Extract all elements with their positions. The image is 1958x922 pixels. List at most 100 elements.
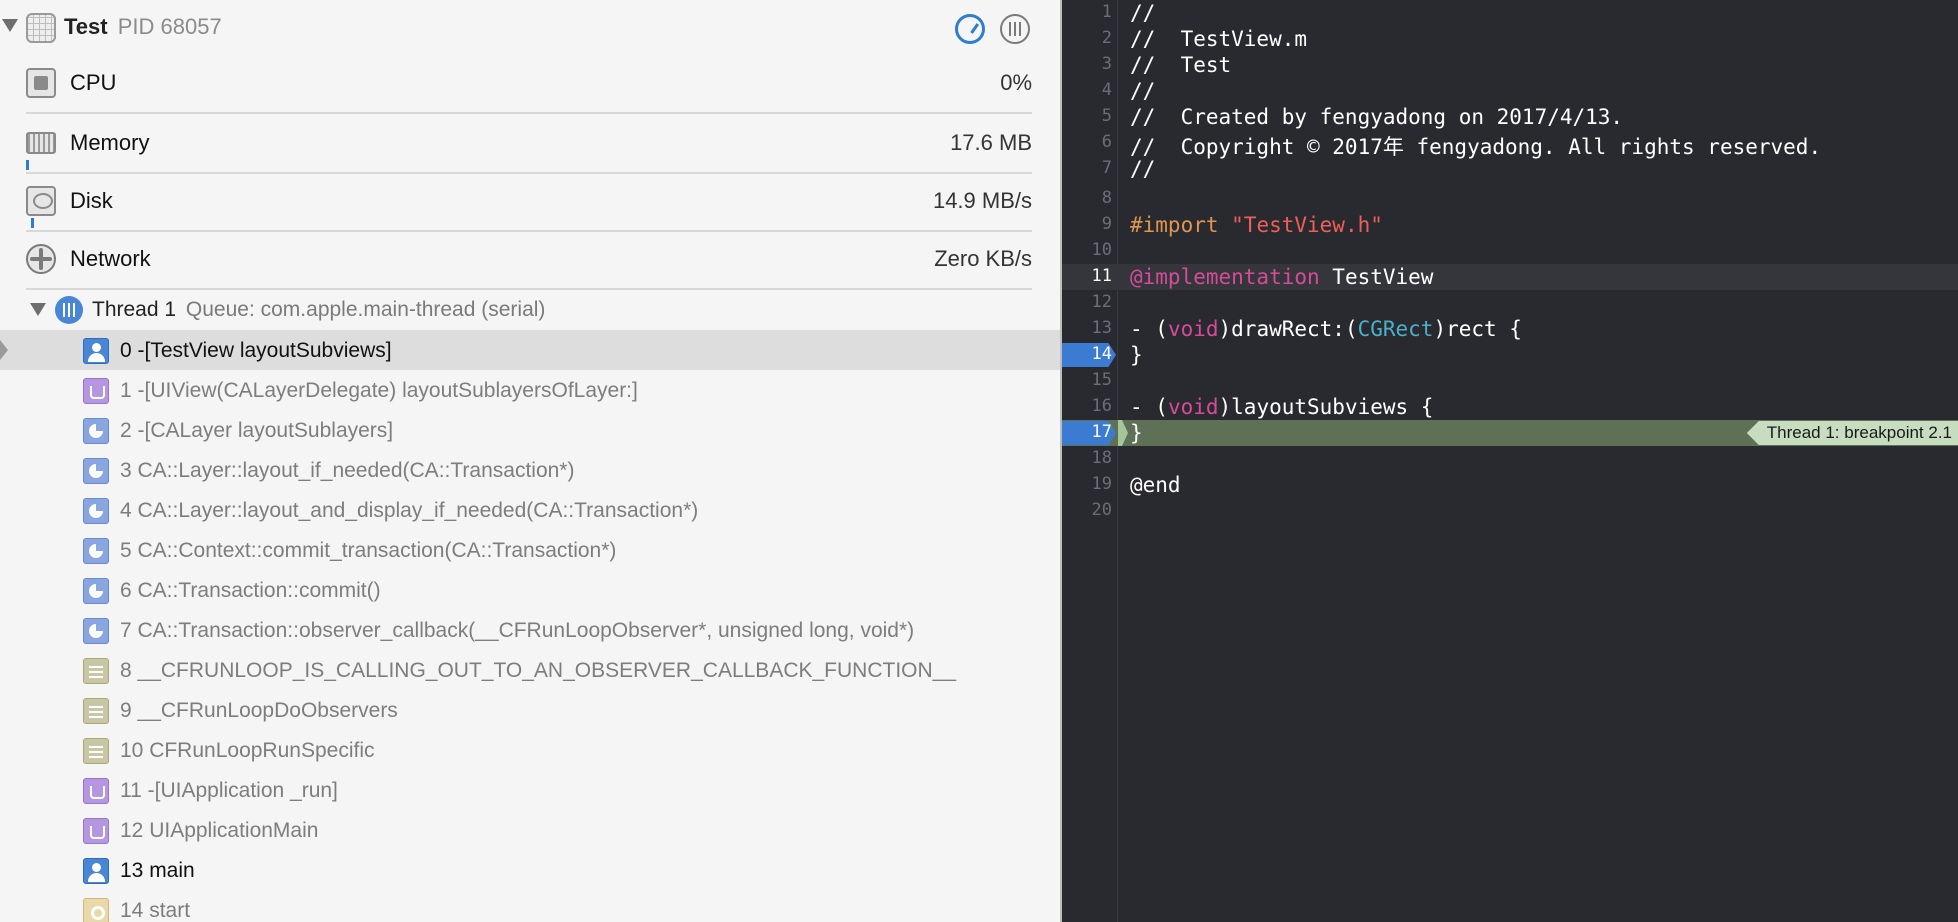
stack-frame[interactable]: 9 __CFRunLoopDoObservers xyxy=(0,690,1060,730)
debug-navigator: Test PID 68057 CPU 0% Memory 17.6 MB Dis… xyxy=(0,0,1060,922)
gauge-view-icon[interactable] xyxy=(955,14,985,44)
code-line[interactable]: 9 #import "TestView.h" xyxy=(1062,212,1958,238)
code-text: - (void)drawRect:(CGRect)rect { xyxy=(1130,317,1522,341)
stack-frame[interactable]: 0 -[TestView layoutSubviews] xyxy=(0,330,1060,370)
app-icon xyxy=(26,13,56,43)
gauge-network[interactable]: Network Zero KB/s xyxy=(0,232,1060,290)
stack-frame[interactable]: 2 -[CALayer layoutSublayers] xyxy=(0,410,1060,450)
stack-frame[interactable]: 6 CA::Transaction::commit() xyxy=(0,570,1060,610)
stack-frame[interactable]: 11 -[UIApplication _run] xyxy=(0,770,1060,810)
memory-icon xyxy=(26,132,56,154)
line-number: 8 xyxy=(1101,188,1112,208)
selection-arrow-icon xyxy=(0,340,8,360)
gauge-value: Zero KB/s xyxy=(934,246,1032,271)
stack-frame-label: 14 start xyxy=(120,899,191,922)
gauge-disk[interactable]: Disk 14.9 MB/s xyxy=(0,174,1060,232)
code-line-breakpoint[interactable]: 14 } xyxy=(1062,342,1958,368)
gauge-label: Memory xyxy=(70,130,150,155)
gauge-memory[interactable]: Memory 17.6 MB xyxy=(0,116,1060,174)
code-line[interactable]: 5 // Created by fengyadong on 2017/4/13. xyxy=(1062,104,1958,130)
code-text: - (void)layoutSubviews { xyxy=(1130,395,1434,419)
process-header[interactable]: Test PID 68057 xyxy=(0,0,1060,56)
pie-icon xyxy=(83,578,109,604)
stack-frame-label: 3 CA::Layer::layout_if_needed(CA::Transa… xyxy=(120,459,575,482)
disk-icon xyxy=(26,186,56,216)
user-icon xyxy=(83,338,109,364)
pie-icon xyxy=(83,618,109,644)
pie-icon xyxy=(83,418,109,444)
gauge-label: Disk xyxy=(70,188,113,213)
cup-icon xyxy=(83,818,109,844)
stack-frame[interactable]: 7 CA::Transaction::observer_callback(__C… xyxy=(0,610,1060,650)
process-pid: PID 68057 xyxy=(117,14,222,39)
stack-frame-label: 1 -[UIView(CALayerDelegate) layoutSublay… xyxy=(120,379,638,402)
code-line[interactable]: 16 - (void)layoutSubviews { xyxy=(1062,394,1958,420)
code-line[interactable]: 13 - (void)drawRect:(CGRect)rect { xyxy=(1062,316,1958,342)
gauge-level-bar xyxy=(31,218,34,228)
line-number: 2 xyxy=(1101,28,1112,48)
gauge-cpu[interactable]: CPU 0% xyxy=(0,56,1060,114)
stack-frame[interactable]: 14 start xyxy=(0,890,1060,922)
gauge-value: 14.9 MB/s xyxy=(932,188,1032,213)
code-line[interactable]: 10 xyxy=(1062,238,1958,264)
code-line[interactable]: 7 // xyxy=(1062,156,1958,182)
thread-name: Thread 1 xyxy=(92,298,177,321)
code-line[interactable]: 3 // Test xyxy=(1062,52,1958,78)
gear-icon xyxy=(83,898,109,922)
stack-frame[interactable]: 5 CA::Context::commit_transaction(CA::Tr… xyxy=(0,530,1060,570)
thread-row[interactable]: Thread 1 Queue: com.apple.main-thread (s… xyxy=(0,290,1060,330)
breakpoint-annotation: Thread 1: breakpoint 2.1 xyxy=(1746,421,1958,445)
code-line[interactable]: 18 xyxy=(1062,446,1958,472)
code-line[interactable]: 6 // Copyright © 2017年 fengyadong. All r… xyxy=(1062,130,1958,159)
code-text: // xyxy=(1130,157,1156,181)
stack-frame[interactable]: 13 main xyxy=(0,850,1060,890)
disclosure-triangle-icon[interactable] xyxy=(2,19,18,32)
code-line-executing[interactable]: 17 } Thread 1: breakpoint 2.1 xyxy=(1062,420,1958,446)
code-line[interactable]: 20 xyxy=(1062,498,1958,524)
code-text: // Created by fengyadong on 2017/4/13. xyxy=(1130,105,1624,129)
line-number: 11 xyxy=(1091,266,1112,286)
code-line[interactable]: 1 // xyxy=(1062,0,1958,26)
lines-icon xyxy=(83,658,109,684)
code-text: #import "TestView.h" xyxy=(1130,213,1383,237)
stack-frame[interactable]: 8 __CFRUNLOOP_IS_CALLING_OUT_TO_AN_OBSER… xyxy=(0,650,1060,690)
code-text: } xyxy=(1130,343,1143,367)
line-number: 3 xyxy=(1101,54,1112,74)
stack-frame-label: 10 CFRunLoopRunSpecific xyxy=(120,739,375,762)
code-line-current[interactable]: 11 @implementation TestView xyxy=(1062,264,1958,290)
stack-frame[interactable]: 3 CA::Layer::layout_if_needed(CA::Transa… xyxy=(0,450,1060,490)
code-line[interactable]: 2 // TestView.m xyxy=(1062,26,1958,52)
stack-frame-label: 4 CA::Layer::layout_and_display_if_neede… xyxy=(120,499,699,522)
stack-frame-list: 0 -[TestView layoutSubviews] 1 -[UIView(C… xyxy=(0,330,1060,922)
code-line[interactable]: 8 xyxy=(1062,186,1958,212)
stack-frame[interactable]: 4 CA::Layer::layout_and_display_if_neede… xyxy=(0,490,1060,530)
gauge-label: Network xyxy=(70,246,151,271)
stack-frame[interactable]: 12 UIApplicationMain xyxy=(0,810,1060,850)
pie-icon xyxy=(83,458,109,484)
cpu-icon xyxy=(26,68,56,98)
code-line[interactable]: 19 @end xyxy=(1062,472,1958,498)
instruction-pointer-icon[interactable] xyxy=(1118,420,1128,446)
code-line[interactable]: 12 xyxy=(1062,290,1958,316)
threads-view-icon[interactable] xyxy=(1000,14,1030,44)
gauge-value: 17.6 MB xyxy=(950,130,1032,155)
code-line[interactable]: 15 xyxy=(1062,368,1958,394)
stack-frame[interactable]: 1 -[UIView(CALayerDelegate) layoutSublay… xyxy=(0,370,1060,410)
thread-icon xyxy=(55,296,83,324)
disclosure-triangle-icon[interactable] xyxy=(30,303,46,316)
lines-icon xyxy=(83,738,109,764)
line-number: 7 xyxy=(1101,158,1112,178)
line-number: 4 xyxy=(1101,80,1112,100)
stack-frame[interactable]: 10 CFRunLoopRunSpecific xyxy=(0,730,1060,770)
line-number: 13 xyxy=(1091,318,1112,338)
stack-frame-label: 0 -[TestView layoutSubviews] xyxy=(120,339,392,362)
line-number: 15 xyxy=(1091,370,1112,390)
gauge-label: CPU xyxy=(70,70,117,95)
source-editor[interactable]: 1 // 2 // TestView.m 3 // Test 4 // 5 //… xyxy=(1062,0,1958,922)
code-line[interactable]: 4 // xyxy=(1062,78,1958,104)
code-text: } xyxy=(1130,421,1143,445)
line-number: 16 xyxy=(1091,396,1112,416)
thread-queue: Queue: com.apple.main-thread (serial) xyxy=(185,298,546,321)
line-number: 20 xyxy=(1091,500,1112,520)
code-text: // Test xyxy=(1130,53,1232,77)
